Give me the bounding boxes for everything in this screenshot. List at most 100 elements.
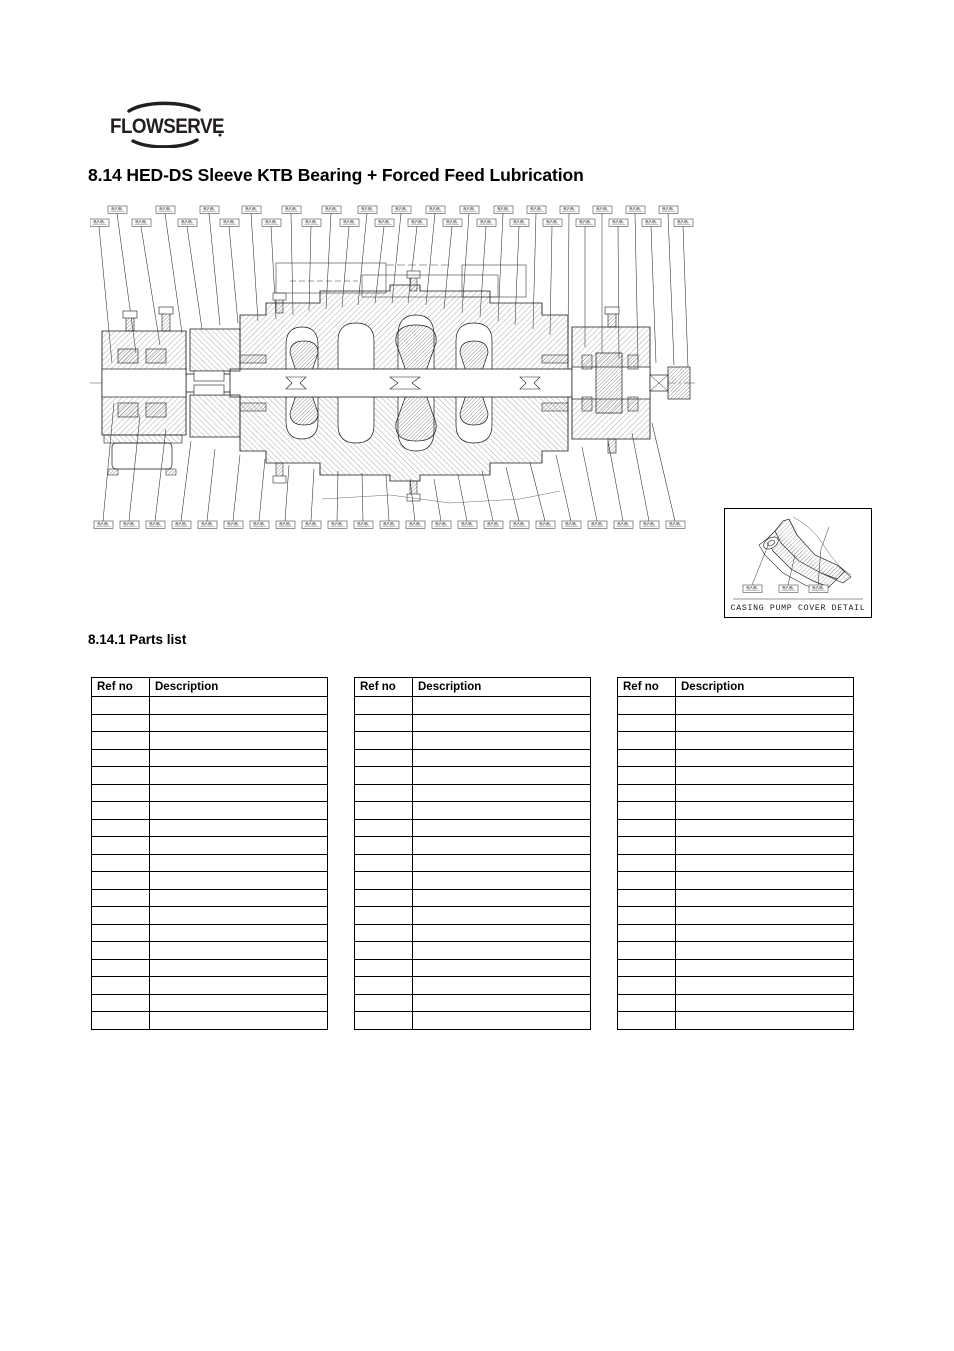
cell-description: [675, 906, 854, 925]
cell-description: [675, 993, 854, 1012]
cell-description: [675, 923, 854, 942]
table-row: [617, 766, 854, 785]
table-row: [91, 731, 328, 750]
cell-description: [412, 783, 591, 802]
cell-ref-no: [91, 801, 150, 820]
cell-ref-no: [354, 888, 413, 907]
cell-description: [149, 976, 328, 995]
table-row: [91, 836, 328, 855]
table-row: [91, 871, 328, 890]
cell-description: [149, 888, 328, 907]
coupling-hub: [649, 366, 691, 400]
casing-pump-cover-detail-inset: CASING PUMP COVER DETAIL: [724, 508, 872, 618]
cell-ref-no: [617, 853, 676, 872]
cell-ref-no: [617, 731, 676, 750]
cell-ref-no: [354, 696, 413, 715]
table-row: [91, 783, 328, 802]
cell-description: [149, 853, 328, 872]
cell-description: [412, 696, 591, 715]
cell-description: [675, 941, 854, 960]
cell-description: [149, 1011, 328, 1030]
cell-ref-no: [617, 906, 676, 925]
table-row: [354, 836, 591, 855]
callout-row-top-a: [107, 205, 679, 215]
cell-ref-no: [91, 818, 150, 837]
column-header-description: Description: [412, 677, 591, 697]
cell-ref-no: [354, 783, 413, 802]
cell-description: [412, 713, 591, 732]
cell-ref-no: [617, 871, 676, 890]
cell-description: [412, 818, 591, 837]
table-row: [617, 1011, 854, 1030]
parts-table-column-2: Ref no Description: [354, 677, 591, 1030]
cell-ref-no: [617, 993, 676, 1012]
table-row: [617, 713, 854, 732]
cell-description: [675, 888, 854, 907]
cell-ref-no: [91, 958, 150, 977]
table-row: [617, 941, 854, 960]
cell-description: [149, 783, 328, 802]
table-header-row: Ref no Description: [91, 677, 328, 697]
cell-ref-no: [91, 696, 150, 715]
cell-ref-no: [91, 853, 150, 872]
cell-description: [149, 941, 328, 960]
table-row: [91, 958, 328, 977]
cell-description: [675, 958, 854, 977]
cell-ref-no: [354, 836, 413, 855]
table-body: [354, 696, 591, 1030]
table-row: [617, 888, 854, 907]
table-row: [617, 958, 854, 977]
column-header-ref-no: Ref no: [617, 677, 676, 697]
table-row: [91, 766, 328, 785]
cell-description: [412, 801, 591, 820]
cell-ref-no: [354, 871, 413, 890]
cell-ref-no: [354, 923, 413, 942]
cell-ref-no: [354, 853, 413, 872]
cell-description: [675, 1011, 854, 1030]
cell-ref-no: [91, 766, 150, 785]
cell-description: [149, 766, 328, 785]
cell-ref-no: [354, 748, 413, 767]
table-row: [617, 871, 854, 890]
flowserve-logo: FLOWSERVE: [107, 100, 231, 149]
cell-description: [149, 906, 328, 925]
cell-description: [412, 958, 591, 977]
column-header-ref-no: Ref no: [91, 677, 150, 697]
table-row: [617, 976, 854, 995]
cell-ref-no: [91, 976, 150, 995]
cell-ref-no: [91, 783, 150, 802]
cell-ref-no: [617, 941, 676, 960]
table-row: [354, 993, 591, 1012]
table-row: [354, 1011, 591, 1030]
cell-description: [675, 871, 854, 890]
cell-ref-no: [617, 888, 676, 907]
cell-ref-no: [617, 818, 676, 837]
callout-row-top-b: [89, 218, 694, 228]
cell-description: [675, 976, 854, 995]
table-row: [354, 766, 591, 785]
parts-table-column-1: Ref no Description: [91, 677, 328, 1030]
cell-description: [412, 871, 591, 890]
page-title: 8.14 HED-DS Sleeve KTB Bearing + Forced …: [88, 165, 584, 185]
cell-ref-no: [617, 766, 676, 785]
cell-description: [412, 748, 591, 767]
table-row: [617, 923, 854, 942]
cell-ref-no: [354, 713, 413, 732]
cell-description: [149, 958, 328, 977]
cell-ref-no: [354, 1011, 413, 1030]
cell-ref-no: [617, 713, 676, 732]
cell-description: [149, 871, 328, 890]
cell-ref-no: [91, 836, 150, 855]
cell-description: [675, 713, 854, 732]
detail-callouts: [742, 584, 829, 594]
cell-ref-no: [91, 1011, 150, 1030]
table-row: [617, 906, 854, 925]
table-row: [91, 993, 328, 1012]
cell-description: [675, 696, 854, 715]
table-row: [354, 976, 591, 995]
cell-ref-no: [354, 818, 413, 837]
cell-description: [675, 836, 854, 855]
cell-ref-no: [617, 801, 676, 820]
table-row: [91, 748, 328, 767]
cell-ref-no: [91, 941, 150, 960]
